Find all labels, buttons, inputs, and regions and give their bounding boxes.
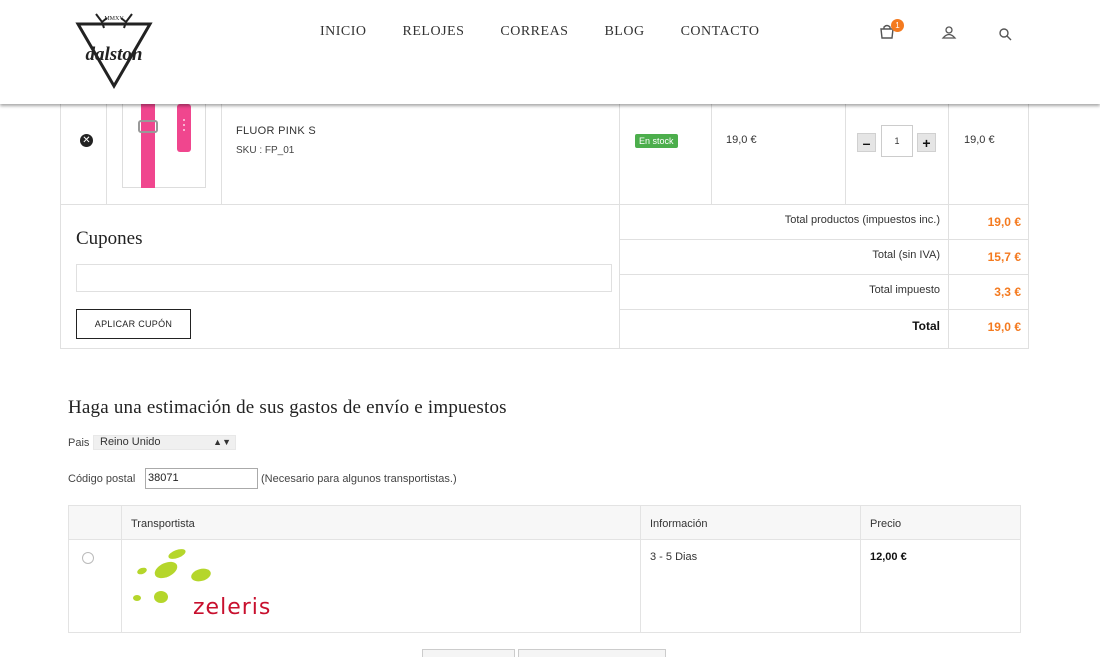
apply-coupon-button[interactable]: APLICAR CUPÓN xyxy=(76,309,191,339)
total-products-value: 19,0 € xyxy=(987,215,1021,229)
nav-inicio[interactable]: INICIO xyxy=(302,24,385,40)
coupon-input[interactable] xyxy=(76,264,612,292)
total-products-label: Total productos (impuestos inc.) xyxy=(784,214,940,226)
postal-code-note: (Necesario para algunos transportistas.) xyxy=(261,473,457,485)
grand-total-label: Total xyxy=(912,319,940,333)
product-sku: SKU : FP_01 xyxy=(236,145,295,156)
nav-correas[interactable]: CORREAS xyxy=(482,24,586,40)
svg-text:zeleris: zeleris xyxy=(193,595,271,620)
total-tax-value: 3,3 € xyxy=(994,285,1021,299)
header-carrier: Transportista xyxy=(131,518,195,530)
svg-text:dalston: dalston xyxy=(85,44,142,65)
total-no-tax-value: 15,7 € xyxy=(987,250,1021,264)
back-button-partial[interactable] xyxy=(422,649,515,657)
carrier-price: 12,00 € xyxy=(870,551,907,563)
line-total-price: 19,0 € xyxy=(964,134,995,146)
postal-code-label: Código postal xyxy=(68,473,136,485)
grand-total-value: 19,0 € xyxy=(987,320,1021,334)
qty-increase-button[interactable]: + xyxy=(917,133,936,152)
coupon-title: Cupones xyxy=(76,228,143,249)
country-label: Pais xyxy=(68,437,90,449)
nav-blog[interactable]: BLOG xyxy=(586,24,662,40)
qty-decrease-button[interactable]: – xyxy=(857,133,876,152)
carrier-table: Transportista Información Precio zeleris… xyxy=(68,505,1021,633)
select-arrows-icon: ▲▼ xyxy=(213,437,231,447)
search-icon[interactable] xyxy=(997,26,1015,44)
remove-item-button[interactable]: ✕ xyxy=(80,134,93,147)
country-select[interactable]: Reino Unido ▲▼ xyxy=(93,435,236,450)
stock-badge: En stock xyxy=(635,134,678,148)
product-thumbnail[interactable] xyxy=(122,104,206,188)
site-header: MMXV dalston INICIO RELOJES CORREAS BLOG… xyxy=(0,0,1100,104)
unit-price: 19,0 € xyxy=(726,134,757,146)
nav-contacto[interactable]: CONTACTO xyxy=(663,24,778,40)
zeleris-logo: zeleris xyxy=(129,546,314,624)
product-name[interactable]: FLUOR PINK S xyxy=(236,125,316,137)
cart-count-badge: 1 xyxy=(891,19,904,32)
header-price: Precio xyxy=(870,518,902,530)
svg-text:MMXV: MMXV xyxy=(104,16,124,22)
cart-table: ✕ FLUOR PINK S SKU : FP_01 En stock 19,0… xyxy=(60,104,1029,349)
continue-button-partial[interactable] xyxy=(518,649,666,657)
carrier-delivery-info: 3 - 5 Dias xyxy=(650,551,698,563)
dalston-logo[interactable]: MMXV dalston xyxy=(74,8,154,90)
user-icon[interactable] xyxy=(941,24,959,42)
shipping-estimate-title: Haga una estimación de sus gastos de env… xyxy=(68,397,507,418)
total-tax-label: Total impuesto xyxy=(869,284,940,296)
postal-code-input[interactable]: 38071 xyxy=(145,468,258,489)
quantity-input[interactable]: 1 xyxy=(881,125,913,157)
header-info: Información xyxy=(650,518,708,530)
nav-relojes[interactable]: RELOJES xyxy=(385,24,483,40)
carrier-radio[interactable] xyxy=(82,552,94,564)
country-select-value: Reino Unido xyxy=(100,436,161,448)
main-nav: INICIO RELOJES CORREAS BLOG CONTACTO xyxy=(302,24,777,40)
total-no-tax-label: Total (sin IVA) xyxy=(872,249,940,261)
